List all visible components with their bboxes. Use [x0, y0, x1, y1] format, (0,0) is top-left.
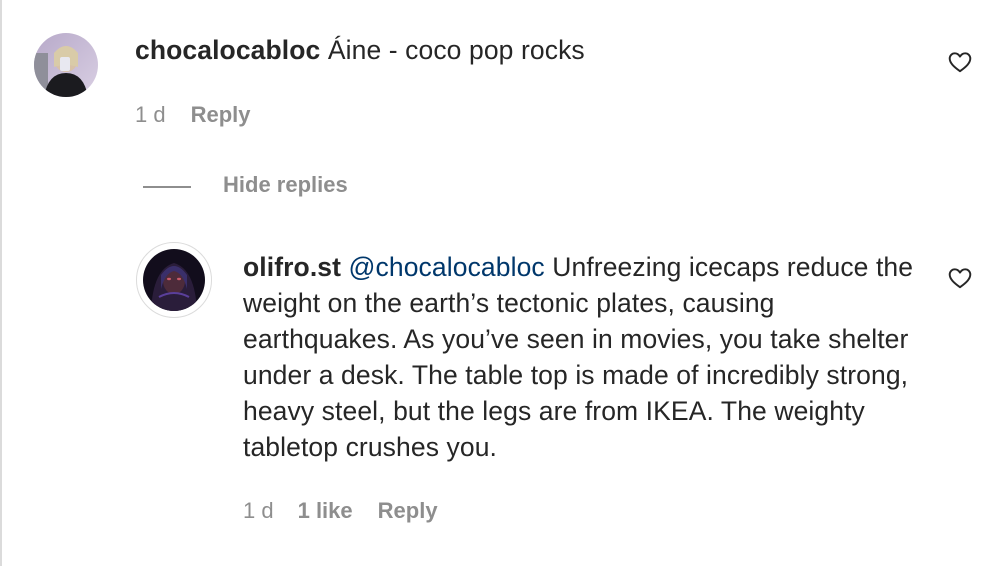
reply-reply-button[interactable]: Reply	[378, 498, 438, 524]
reply-body: olifro.st @chocalocabloc Unfreezing icec…	[243, 249, 933, 465]
comment-reply-button[interactable]: Reply	[191, 102, 251, 128]
reply-mention-link[interactable]: @chocalocabloc	[349, 252, 545, 282]
reply-likes-count[interactable]: 1 like	[298, 498, 353, 524]
comment-meta: 1 d Reply	[135, 102, 251, 128]
hide-replies-button[interactable]: Hide replies	[223, 172, 348, 198]
reply-avatar[interactable]	[143, 249, 205, 311]
commenter-avatar[interactable]	[34, 33, 98, 97]
reply-text: Unfreezing icecaps reduce the weight on …	[243, 252, 914, 462]
commenter-username[interactable]: chocalocabloc	[135, 35, 320, 65]
comment-text: Áine - coco pop rocks	[327, 35, 585, 65]
like-heart-icon[interactable]	[947, 49, 973, 75]
comment-timestamp[interactable]: 1 d	[135, 102, 166, 128]
comment-body: chocalocabloc Áine - coco pop rocks	[135, 32, 915, 68]
reply-meta: 1 d 1 like Reply	[243, 498, 438, 524]
reply-username[interactable]: olifro.st	[243, 252, 341, 282]
reply-timestamp[interactable]: 1 d	[243, 498, 274, 524]
replies-divider-line	[143, 186, 191, 188]
reply-like-heart-icon[interactable]	[947, 265, 973, 291]
left-border	[0, 0, 2, 566]
